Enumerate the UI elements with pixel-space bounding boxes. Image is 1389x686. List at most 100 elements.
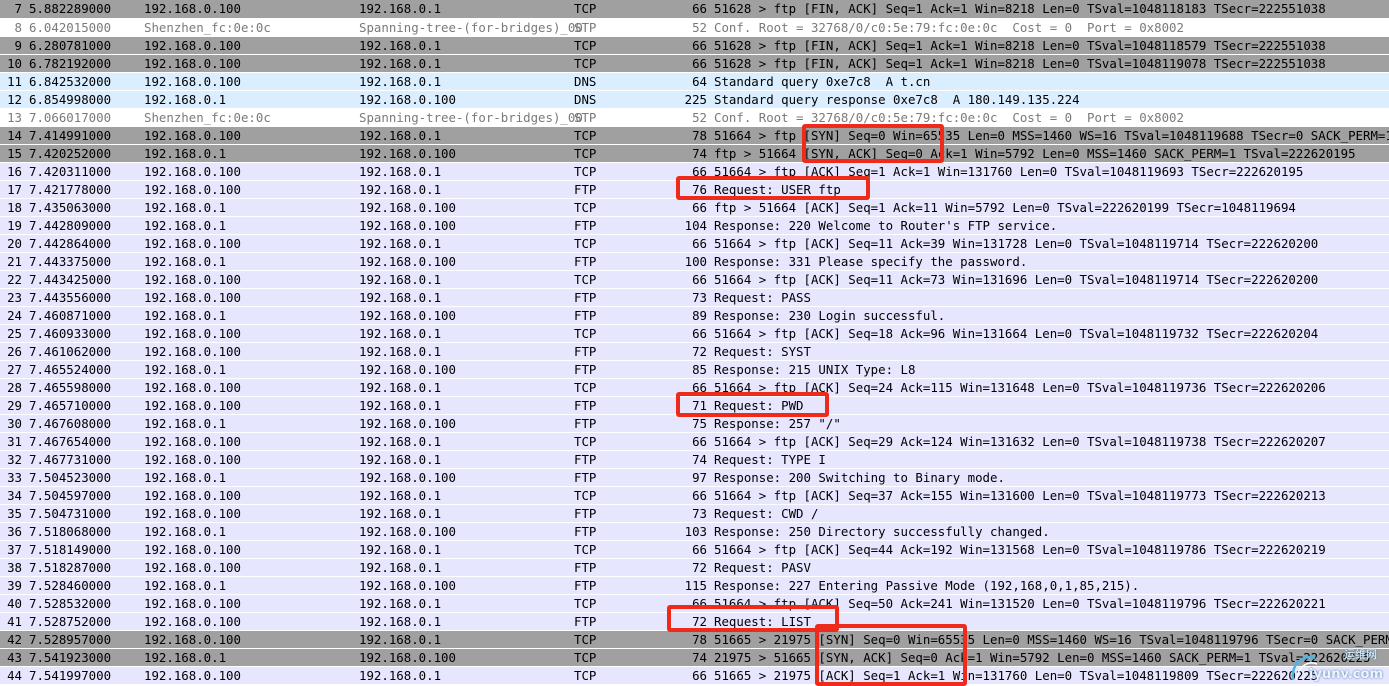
packet-destination: 192.168.0.100 [359, 470, 456, 485]
packet-source: 192.168.0.100 [144, 452, 241, 467]
packet-row[interactable]: 41 7.528752000 192.168.0.100 192.168.0.1 FTP… [0, 612, 1389, 631]
packet-destination: 192.168.0.1 [359, 236, 442, 251]
packet-protocol: FTP [574, 560, 597, 575]
packet-row[interactable]: 16 7.420311000 192.168.0.100 192.168.0.1 TCP… [0, 162, 1389, 181]
packet-row[interactable]: 8 6.042015000 Shenzhen_fc:0e:0c Spanning-tr… [0, 18, 1389, 37]
packet-row[interactable]: 25 7.460933000 192.168.0.100 192.168.0.1 TCP… [0, 324, 1389, 343]
packet-no: 12 [7, 92, 22, 107]
packet-row[interactable]: 12 6.854998000 192.168.0.1 192.168.0.100 DNS… [0, 90, 1389, 109]
packet-no: 44 [7, 668, 22, 683]
packet-length: 66 [692, 668, 707, 683]
packet-protocol: TCP [574, 542, 597, 557]
packet-row[interactable]: 31 7.467654000 192.168.0.100 192.168.0.1 TCP… [0, 432, 1389, 451]
packet-no: 11 [7, 74, 22, 89]
packet-info: Response: 250 Directory successfully cha… [714, 524, 1050, 539]
packet-length: 74 [692, 650, 707, 665]
packet-info: 51665 > 21975 [SYN] Seq=0 Win=65535 Len=… [714, 632, 1389, 647]
packet-row[interactable]: 44 7.541997000 192.168.0.100 192.168.0.1 TCP… [0, 666, 1389, 684]
packet-destination: 192.168.0.1 [359, 668, 442, 683]
packet-time: 7.442809000 [29, 218, 112, 233]
packet-row[interactable]: 20 7.442864000 192.168.0.100 192.168.0.1 TCP… [0, 234, 1389, 253]
packet-protocol: FTP [574, 308, 597, 323]
packet-protocol: TCP [574, 272, 597, 287]
packet-destination: 192.168.0.100 [359, 218, 456, 233]
packet-row[interactable]: 7 5.882289000 192.168.0.100 192.168.0.1 TCP 6… [0, 0, 1389, 18]
packet-time: 6.842532000 [29, 74, 112, 89]
packet-row[interactable]: 22 7.443425000 192.168.0.100 192.168.0.1 TCP… [0, 270, 1389, 289]
packet-row[interactable]: 35 7.504731000 192.168.0.100 192.168.0.1 FTP… [0, 504, 1389, 523]
packet-info: 51664 > ftp [ACK] Seq=18 Ack=96 Win=1316… [714, 326, 1319, 341]
packet-time: 6.042015000 [29, 20, 112, 35]
packet-row[interactable]: 37 7.518149000 192.168.0.100 192.168.0.1 TCP… [0, 540, 1389, 559]
packet-source: 192.168.0.100 [144, 506, 241, 521]
packet-length: 103 [684, 524, 707, 539]
packet-destination: 192.168.0.1 [359, 560, 442, 575]
packet-protocol: FTP [574, 344, 597, 359]
packet-length: 66 [692, 1, 707, 16]
packet-protocol: TCP [574, 164, 597, 179]
packet-row[interactable]: 26 7.461062000 192.168.0.100 192.168.0.1 FTP… [0, 342, 1389, 361]
packet-source: 192.168.0.100 [144, 380, 241, 395]
packet-no: 30 [7, 416, 22, 431]
packet-time: 7.504523000 [29, 470, 112, 485]
packet-row[interactable]: 27 7.465524000 192.168.0.1 192.168.0.100 FTP… [0, 360, 1389, 379]
packet-row[interactable]: 36 7.518068000 192.168.0.1 192.168.0.100 FTP… [0, 522, 1389, 541]
packet-destination: 192.168.0.1 [359, 74, 442, 89]
packet-row[interactable]: 19 7.442809000 192.168.0.1 192.168.0.100 FTP… [0, 216, 1389, 235]
packet-time: 7.421778000 [29, 182, 112, 197]
packet-destination: Spanning-tree-(for-bridges)_00 [359, 20, 583, 35]
packet-row[interactable]: 28 7.465598000 192.168.0.100 192.168.0.1 TCP… [0, 378, 1389, 397]
packet-row[interactable]: 17 7.421778000 192.168.0.100 192.168.0.1 FTP… [0, 180, 1389, 199]
packet-time: 7.443375000 [29, 254, 112, 269]
packet-info: 51665 > 21975 [ACK] Seq=1 Ack=1 Win=1317… [714, 668, 1319, 683]
packet-protocol: FTP [574, 452, 597, 467]
packet-source: 192.168.0.100 [144, 344, 241, 359]
packet-no: 43 [7, 650, 22, 665]
packet-length: 66 [692, 38, 707, 53]
packet-row[interactable]: 13 7.066017000 Shenzhen_fc:0e:0c Spanning-t… [0, 108, 1389, 127]
packet-destination: 192.168.0.1 [359, 56, 442, 71]
packet-destination: 192.168.0.1 [359, 290, 442, 305]
packet-row[interactable]: 42 7.528957000 192.168.0.100 192.168.0.1 TCP… [0, 630, 1389, 649]
packet-destination: 192.168.0.1 [359, 632, 442, 647]
packet-source: 192.168.0.100 [144, 74, 241, 89]
packet-row[interactable]: 10 6.782192000 192.168.0.100 192.168.0.1 TCP… [0, 54, 1389, 73]
packet-source: 192.168.0.100 [144, 164, 241, 179]
packet-no: 24 [7, 308, 22, 323]
packet-row[interactable]: 21 7.443375000 192.168.0.1 192.168.0.100 FTP… [0, 252, 1389, 271]
packet-row[interactable]: 32 7.467731000 192.168.0.100 192.168.0.1 FTP… [0, 450, 1389, 469]
packet-protocol: TCP [574, 632, 597, 647]
packet-length: 66 [692, 164, 707, 179]
packet-info: Conf. Root = 32768/0/c0:5e:79:fc:0e:0c C… [714, 20, 1184, 35]
packet-row[interactable]: 24 7.460871000 192.168.0.1 192.168.0.100 FTP… [0, 306, 1389, 325]
packet-protocol: TCP [574, 488, 597, 503]
packet-length: 73 [692, 290, 707, 305]
packet-time: 7.528460000 [29, 578, 112, 593]
packet-row[interactable]: 23 7.443556000 192.168.0.100 192.168.0.1 FTP… [0, 288, 1389, 307]
packet-row[interactable]: 33 7.504523000 192.168.0.1 192.168.0.100 FTP… [0, 468, 1389, 487]
packet-row[interactable]: 39 7.528460000 192.168.0.1 192.168.0.100 FTP… [0, 576, 1389, 595]
packet-time: 7.443556000 [29, 290, 112, 305]
packet-row[interactable]: 29 7.465710000 192.168.0.100 192.168.0.1 FTP… [0, 396, 1389, 415]
packet-protocol: TCP [574, 326, 597, 341]
packet-no: 41 [7, 614, 22, 629]
packet-info: 51664 > ftp [ACK] Seq=37 Ack=155 Win=131… [714, 488, 1326, 503]
packet-no: 31 [7, 434, 22, 449]
packet-row[interactable]: 40 7.528532000 192.168.0.100 192.168.0.1 TCP… [0, 594, 1389, 613]
packet-length: 97 [692, 470, 707, 485]
packet-protocol: FTP [574, 578, 597, 593]
packet-row[interactable]: 14 7.414991000 192.168.0.100 192.168.0.1 TCP… [0, 126, 1389, 145]
packet-row[interactable]: 30 7.467608000 192.168.0.1 192.168.0.100 FTP… [0, 414, 1389, 433]
packet-source: 192.168.0.100 [144, 632, 241, 647]
packet-row[interactable]: 43 7.541923000 192.168.0.1 192.168.0.100 TCP… [0, 648, 1389, 667]
packet-row[interactable]: 15 7.420252000 192.168.0.1 192.168.0.100 TCP… [0, 144, 1389, 163]
packet-list[interactable]: 7 5.882289000 192.168.0.100 192.168.0.1 TCP 6… [0, 0, 1389, 684]
packet-row[interactable]: 18 7.435063000 192.168.0.1 192.168.0.100 TCP… [0, 198, 1389, 217]
packet-source: 192.168.0.100 [144, 182, 241, 197]
packet-row[interactable]: 38 7.518287000 192.168.0.100 192.168.0.1 FTP… [0, 558, 1389, 577]
packet-row[interactable]: 9 6.280781000 192.168.0.100 192.168.0.1 TCP 6… [0, 36, 1389, 55]
packet-row[interactable]: 11 6.842532000 192.168.0.100 192.168.0.1 DNS… [0, 72, 1389, 91]
packet-info: Response: 220 Welcome to Router's FTP se… [714, 218, 1058, 233]
packet-no: 9 [14, 38, 22, 53]
packet-row[interactable]: 34 7.504597000 192.168.0.100 192.168.0.1 TCP… [0, 486, 1389, 505]
